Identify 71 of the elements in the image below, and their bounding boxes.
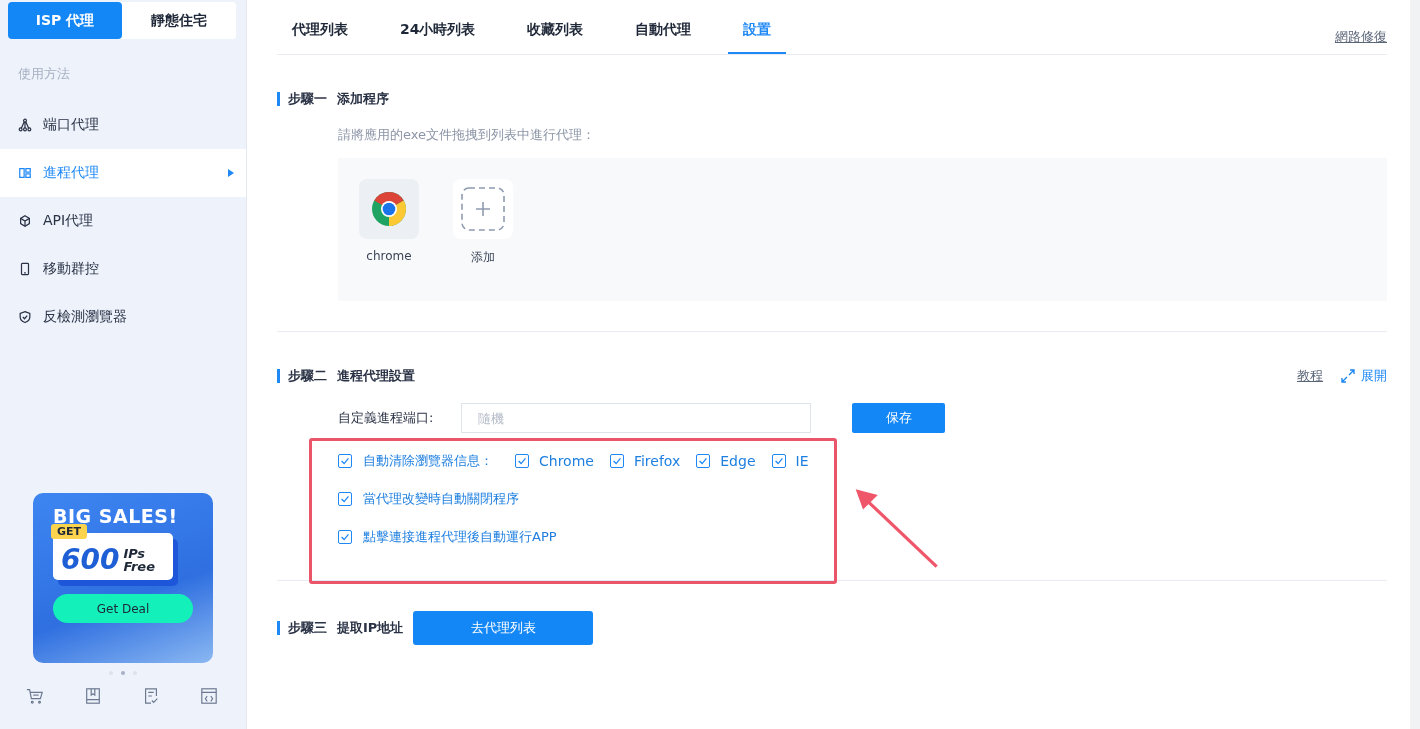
- checkbox[interactable]: [696, 454, 711, 468]
- tab[interactable]: 代理列表: [277, 0, 363, 54]
- offer-unit: Free: [123, 559, 155, 573]
- app-name: chrome: [366, 249, 412, 263]
- check-icon: [339, 455, 351, 467]
- sidebar-item[interactable]: 端口代理: [0, 101, 246, 149]
- phone-icon: [18, 262, 32, 276]
- check-icon: [697, 455, 710, 467]
- tab[interactable]: 自動代理: [620, 0, 707, 54]
- cube-icon: [18, 214, 32, 228]
- checkbox[interactable]: [338, 492, 352, 506]
- shield-icon: [18, 310, 32, 324]
- tab[interactable]: 收藏列表: [512, 0, 599, 54]
- save-button[interactable]: 保存: [852, 403, 945, 433]
- expand-icon[interactable]: [1341, 369, 1355, 383]
- app-tile[interactable]: [359, 179, 419, 239]
- tab[interactable]: 24小時列表: [385, 0, 491, 54]
- book-icon[interactable]: [84, 687, 102, 705]
- checkbox[interactable]: [771, 454, 786, 468]
- add-app-button[interactable]: [453, 179, 513, 239]
- tab[interactable]: 設置: [728, 0, 787, 54]
- checkbox-option[interactable]: 自動清除瀏覽器信息：: [338, 452, 493, 470]
- offer-badge: GET: [51, 524, 88, 539]
- check-icon: [339, 493, 351, 505]
- sidebar-item[interactable]: 移動群控: [0, 245, 246, 293]
- network-icon: [18, 118, 32, 132]
- step-label: 步驟三: [288, 619, 327, 637]
- checkbox[interactable]: [609, 454, 624, 468]
- port-input[interactable]: 隨機: [461, 403, 811, 433]
- checkbox-option[interactable]: IE: [771, 453, 809, 469]
- sidebar-item[interactable]: 進程代理: [0, 149, 246, 197]
- checkbox[interactable]: [515, 454, 529, 468]
- offer-amount: 600: [61, 543, 120, 576]
- step-label: 步驟二: [288, 367, 327, 385]
- app-name: 添加: [471, 249, 495, 266]
- sidebar-item[interactable]: API代理: [0, 197, 246, 245]
- promo-headline: BIG SALES!: [53, 505, 178, 527]
- step-label: 步驟一: [288, 90, 327, 108]
- network-repair-link[interactable]: 網路修復: [1335, 8, 1387, 46]
- check-icon: [610, 455, 623, 467]
- checklist-icon[interactable]: [142, 687, 160, 705]
- tutorial-link[interactable]: 教程: [1297, 367, 1323, 385]
- code-window-icon[interactable]: [200, 687, 218, 705]
- check-icon: [772, 455, 785, 467]
- checkbox-option[interactable]: Firefox: [609, 453, 681, 469]
- step-title: 進程代理設置: [337, 367, 415, 385]
- cart-icon[interactable]: [26, 687, 44, 705]
- carousel-dot[interactable]: [121, 671, 125, 675]
- section-label: 使用方法: [18, 65, 71, 83]
- checkbox-option[interactable]: 點擊連接進程代理後自動運行APP: [338, 528, 557, 546]
- checkbox-option[interactable]: 當代理改變時自動關閉程序: [338, 490, 519, 508]
- checkbox-option[interactable]: Edge: [696, 453, 756, 469]
- step-title: 添加程序: [337, 90, 389, 108]
- get-deal-button[interactable]: Get Deal: [53, 594, 193, 623]
- check-icon: [516, 455, 528, 467]
- browser-logo-icon: [371, 191, 407, 227]
- product-tab[interactable]: ISP 代理: [8, 2, 122, 39]
- offer-unit: IPs: [123, 546, 147, 560]
- sidebar-item[interactable]: 反檢測瀏覽器: [0, 293, 246, 341]
- grid-icon: [18, 166, 32, 180]
- go-to-proxy-list-button[interactable]: 去代理列表: [413, 611, 594, 645]
- check-icon: [339, 531, 351, 543]
- checkbox[interactable]: [338, 454, 352, 468]
- port-label: 自定義進程端口:: [338, 409, 435, 427]
- expand-link[interactable]: 展開: [1361, 367, 1387, 385]
- step-title: 提取IP地址: [337, 619, 404, 637]
- plus-icon: [461, 187, 505, 231]
- hint-text: 請將應用的exe文件拖拽到列表中進行代理：: [338, 126, 597, 144]
- checkbox[interactable]: [338, 530, 352, 544]
- caret-icon: [228, 169, 234, 177]
- checkbox-option[interactable]: Chrome: [515, 453, 594, 469]
